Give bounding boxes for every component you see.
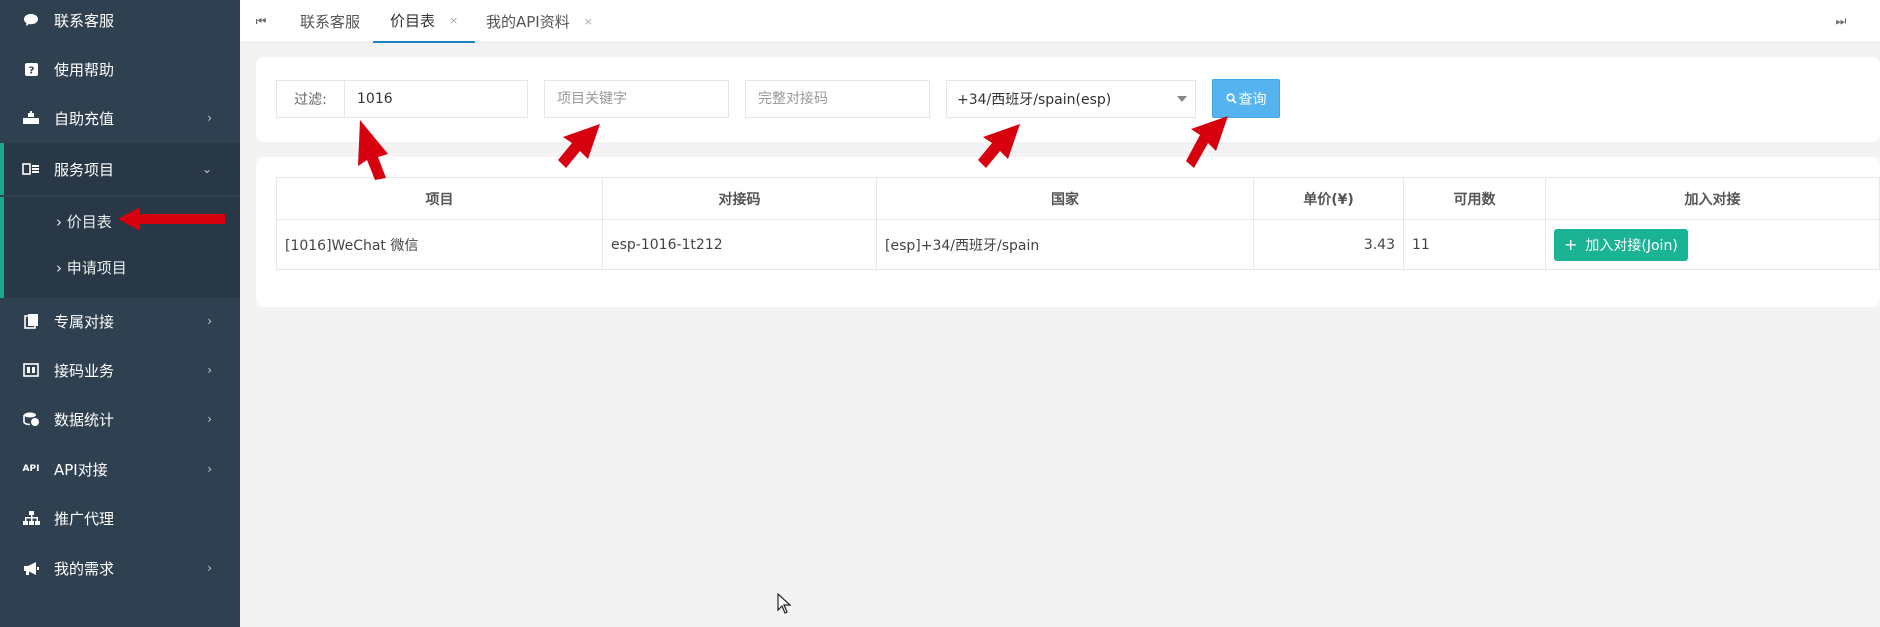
scroll-tabs-left-button[interactable]: ⏮ xyxy=(246,0,276,43)
tab-my-api[interactable]: 我的API资料 × xyxy=(486,0,593,43)
chevron-right-icon: › xyxy=(207,314,212,328)
sidebar-subitem-apply-project[interactable]: › 申请项目 xyxy=(56,257,127,278)
cell-project: [1016]WeChat 微信 xyxy=(276,219,603,270)
sidebar-item-help[interactable]: ? 使用帮助 xyxy=(0,45,240,93)
tab-price-list[interactable]: 价目表 × xyxy=(373,0,476,43)
help-icon: ? xyxy=(22,60,40,78)
join-button[interactable]: + 加入对接(Join) xyxy=(1554,228,1688,261)
keyword-input[interactable] xyxy=(544,80,729,118)
sidebar-item-label: 我的需求 xyxy=(54,559,115,578)
chevron-right-icon: › xyxy=(207,561,212,575)
chevron-right-icon: › xyxy=(207,462,212,476)
api-icon: API xyxy=(22,464,40,474)
sidebar-item-services[interactable]: 服务项目 ⌄ xyxy=(0,143,240,195)
column-header: 加入对接 xyxy=(1545,177,1880,220)
tab-contact[interactable]: 联系客服 xyxy=(300,0,360,43)
sidebar-item-agent[interactable]: 推广代理 xyxy=(0,494,240,542)
sidebar-item-label: 推广代理 xyxy=(54,509,115,528)
service-icon xyxy=(22,160,40,178)
search-icon xyxy=(1225,93,1237,104)
filter-panel: 过滤: +34/西班牙/spain(esp) 查询 xyxy=(256,57,1880,142)
sidebar-item-stats[interactable]: 数据统计 › xyxy=(0,395,240,443)
skip-back-icon: ⏮ xyxy=(255,14,267,28)
country-select[interactable]: +34/西班牙/spain(esp) xyxy=(946,80,1196,118)
chevron-right-icon: › xyxy=(56,213,67,231)
sidebar-item-label: 使用帮助 xyxy=(54,60,115,79)
close-icon[interactable]: × xyxy=(449,14,458,27)
svg-text:?: ? xyxy=(28,65,34,76)
code-icon xyxy=(22,361,40,379)
filter-input[interactable] xyxy=(344,80,528,118)
chevron-right-icon: › xyxy=(56,259,67,277)
sidebar-submenu: › 价目表 › 申请项目 xyxy=(0,197,240,298)
skip-forward-icon: ⏭ xyxy=(1835,14,1847,28)
sidebar-item-label: 数据统计 xyxy=(54,410,115,429)
sidebar-item-label: 专属对接 xyxy=(54,312,115,331)
chevron-right-icon: › xyxy=(207,412,212,426)
sidebar: 联系客服 ? 使用帮助 自助充值 › 服务项目 ⌄ › 价目表 › 申请项目 专… xyxy=(0,0,240,627)
caret-down-icon xyxy=(1177,96,1187,102)
table-panel: 项目 对接码 国家 单价(¥) 可用数 加入对接 [1016]WeChat 微信… xyxy=(256,157,1880,307)
sidebar-item-label: 联系客服 xyxy=(54,11,115,30)
tab-bar: ⏮ 联系客服 价目表 × 我的API资料 × ⏭ xyxy=(240,0,1880,43)
sidebar-item-contact[interactable]: 联系客服 xyxy=(0,0,240,44)
sidebar-item-requirements[interactable]: 我的需求 › xyxy=(0,544,240,592)
column-header: 单价(¥) xyxy=(1253,177,1404,220)
chat-icon xyxy=(22,11,40,29)
chevron-down-icon: ⌄ xyxy=(201,162,212,176)
column-header: 国家 xyxy=(876,177,1254,220)
sidebar-item-label: 接码业务 xyxy=(54,361,115,380)
sidebar-subitem-price-list[interactable]: › 价目表 xyxy=(56,211,112,232)
mouse-cursor-icon xyxy=(777,593,792,614)
cell-country: [esp]+34/西班牙/spain xyxy=(876,219,1254,270)
sidebar-item-api[interactable]: API API对接 › xyxy=(0,445,240,493)
plus-icon: + xyxy=(1564,234,1578,254)
agent-icon xyxy=(22,509,40,527)
sidebar-item-label: API对接 xyxy=(54,460,108,479)
dedicated-icon xyxy=(22,312,40,330)
sidebar-item-label: 服务项目 xyxy=(54,160,115,179)
cell-join: + 加入对接(Join) xyxy=(1545,219,1880,270)
cell-price: 3.43 xyxy=(1253,219,1404,270)
megaphone-icon xyxy=(22,559,40,577)
sidebar-item-dedicated[interactable]: 专属对接 › xyxy=(0,297,240,345)
code-input[interactable] xyxy=(745,80,930,118)
column-header: 可用数 xyxy=(1403,177,1546,220)
country-select-value: +34/西班牙/spain(esp) xyxy=(957,92,1112,108)
cell-available: 11 xyxy=(1403,219,1546,270)
query-button[interactable]: 查询 xyxy=(1212,79,1280,118)
cell-code: esp-1016-1t212 xyxy=(602,219,877,270)
sidebar-item-code-service[interactable]: 接码业务 › xyxy=(0,346,240,394)
price-table: 项目 对接码 国家 单价(¥) 可用数 加入对接 [1016]WeChat 微信… xyxy=(276,177,1880,270)
filter-label: 过滤: xyxy=(276,80,344,118)
table-header-row: 项目 对接码 国家 单价(¥) 可用数 加入对接 xyxy=(276,177,1880,220)
column-header: 对接码 xyxy=(602,177,877,220)
chevron-right-icon: › xyxy=(207,363,212,377)
sidebar-item-label: 自助充值 xyxy=(54,109,115,128)
recharge-icon xyxy=(22,109,40,127)
sidebar-item-recharge[interactable]: 自助充值 › xyxy=(0,94,240,142)
chevron-right-icon: › xyxy=(207,111,212,125)
table-row: [1016]WeChat 微信 esp-1016-1t212 [esp]+34/… xyxy=(276,219,1880,270)
scroll-tabs-right-button[interactable]: ⏭ xyxy=(1826,0,1856,43)
stats-icon xyxy=(22,410,40,428)
close-icon[interactable]: × xyxy=(584,15,593,28)
column-header: 项目 xyxy=(276,177,603,220)
